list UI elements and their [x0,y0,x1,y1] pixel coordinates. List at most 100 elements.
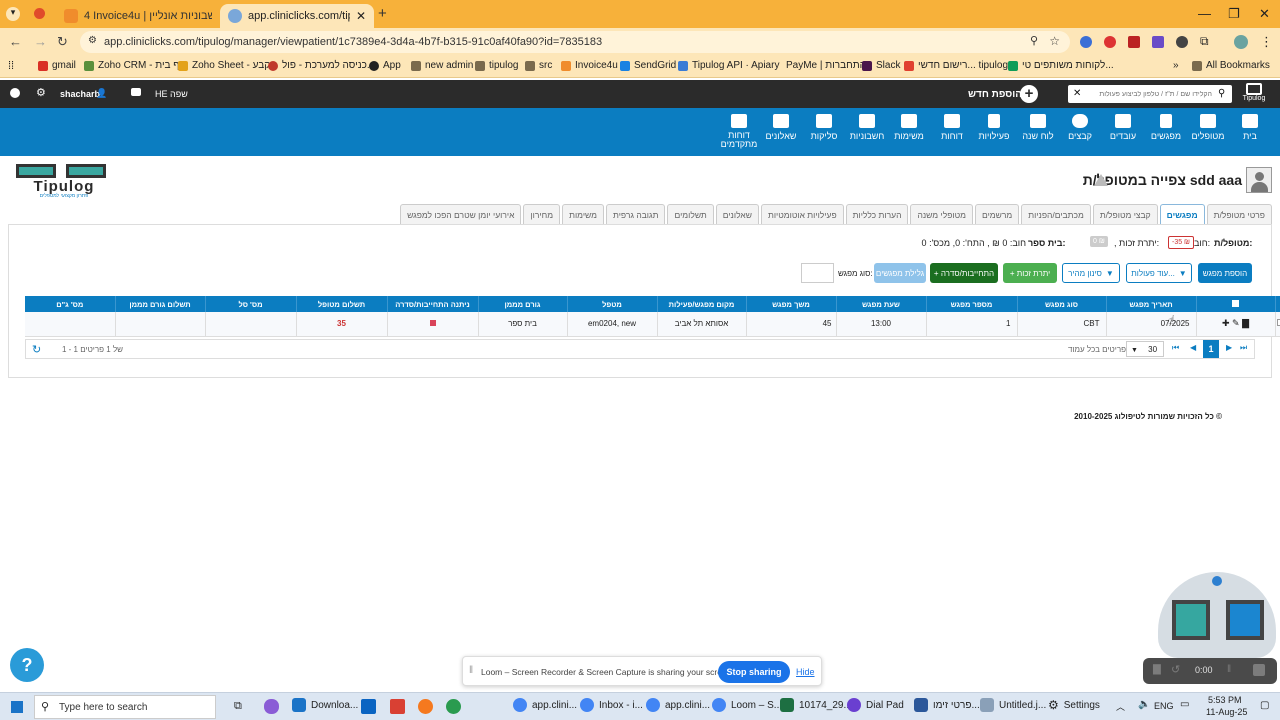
star-icon[interactable]: ☆ [1049,34,1060,48]
scroll-meetings-button[interactable]: גלילת מפגשים [874,263,926,283]
add-new-button[interactable]: + [1020,85,1038,103]
tab-letters[interactable]: מכתבים/הפניות [1021,204,1091,224]
bookmark-item[interactable]: gmail [38,60,76,71]
column-header[interactable]: תאריך מפגש [1106,296,1197,312]
restart-icon[interactable]: ↺ [1171,663,1180,676]
stop-icon[interactable] [1253,664,1265,676]
more-bookmarks-icon[interactable]: » [1173,60,1179,71]
nav-item-reports[interactable]: דוחות [930,114,974,141]
nav-item-invoices[interactable]: חשבוניות [845,114,889,141]
copilot-icon[interactable] [264,699,279,714]
column-header[interactable]: ניתנה התחייבות/סדרה [387,296,479,312]
bookmark-item[interactable]: Zoho Sheet - קבע [178,60,270,71]
nav-item-files[interactable]: קבצים [1058,114,1102,141]
nav-item-advanced-reports[interactable]: דוחות מתקדמים [717,114,761,149]
tab-questionnaires[interactable]: שאלונים [715,204,759,224]
taskbar-item-settings[interactable]: ⚙ Settings [1048,698,1100,712]
first-page-icon[interactable]: ⏮ [1172,343,1179,353]
add-meeting-button[interactable]: הוספת מפגש [1198,263,1252,283]
whatsapp-icon[interactable] [446,699,461,714]
tab-graphic-response[interactable]: תגובה גרפית [606,204,666,224]
firefox-icon[interactable] [418,699,433,714]
site-info-icon[interactable]: ⚙ [88,35,97,46]
edit-icon[interactable]: ✎ [1232,318,1240,328]
bookmark-item[interactable]: src [525,60,552,71]
taskbar-item-chrome-active[interactable]: app.clini... [646,698,710,712]
taskbar-item-paint[interactable]: Untitled.j... [980,698,1046,712]
bookmark-item[interactable]: PayMe | התחברות [786,60,866,71]
add-new-label[interactable]: הוספת חדש [968,89,1022,100]
tray-chevron-icon[interactable]: ︿ [1116,700,1125,713]
next-page-icon[interactable]: ▶ [1226,343,1232,352]
trash-icon[interactable]: ▇ [1242,318,1249,328]
pause-icon[interactable]: ‖ [1227,664,1231,675]
user-name[interactable]: shacharb [60,89,100,99]
taskbar-item-word[interactable]: פרטי זימו... [914,698,980,712]
patient-search[interactable]: ✕ ⚲ [1068,85,1232,103]
close-icon[interactable]: ✕ [356,9,366,23]
bookmark-item[interactable]: לקוחות משותפים טי... [1008,60,1114,71]
extension-icon[interactable] [1176,36,1188,48]
minimize-icon[interactable]: — [1198,6,1211,21]
per-page-select[interactable]: ▼ 30 [1126,341,1164,357]
column-header[interactable]: מס' ג"ם [25,296,116,312]
notification-icon[interactable]: ▢ [1260,700,1269,711]
column-header[interactable]: תשלום מטופל [296,296,388,312]
refresh-icon[interactable]: ↻ [32,343,41,356]
help-button[interactable]: ? [10,648,44,682]
network-icon[interactable]: ▭ [1180,699,1189,710]
bookmark-item[interactable]: App [369,60,401,71]
bookmark-item[interactable]: Tipulog API · Apiary [678,60,779,71]
gear-icon[interactable]: ⚙ [36,86,46,99]
back-icon[interactable]: ← [9,34,22,49]
trash-icon[interactable]: ▇ [1153,664,1161,675]
language-indicator[interactable]: ENG [1154,701,1174,711]
loom-camera-bubble[interactable] [1158,572,1276,658]
apps-icon[interactable]: ⁞⁞ [8,60,14,72]
tab-calendar-events[interactable]: אירועי יומן שטרם הפכו למפגש [400,204,522,224]
add-commitment-button[interactable]: + התחייבות/סדרה [930,263,998,283]
bookmark-item[interactable]: SendGrid [620,60,676,71]
nav-item-calendar[interactable]: לוח שנה [1016,114,1060,141]
nav-item-employees[interactable]: עובדים [1101,114,1145,141]
bookmark-item[interactable]: Slack [862,60,900,71]
column-header[interactable]: סוג מפגש [1017,296,1107,312]
extension-icon[interactable] [1128,36,1140,48]
hide-link[interactable]: Hide [796,667,815,677]
tab-tasks[interactable]: משימות [562,204,604,224]
prev-page-icon[interactable]: ◀ [1190,343,1196,352]
stop-sharing-button[interactable]: Stop sharing [718,661,790,683]
bookmark-item[interactable]: Zoho CRM - דף בית [84,60,185,71]
nav-item-home[interactable]: בית [1228,114,1272,141]
tab-prescriptions[interactable]: מרשמים [974,204,1020,224]
menu-icon[interactable]: ⋮ [1260,34,1273,50]
chat-icon[interactable] [131,88,141,96]
close-window-icon[interactable]: ✕ [1259,6,1270,22]
bookmark-item[interactable]: כניסה למערכת - פול... [268,60,375,71]
drag-handle-icon[interactable]: ‖ [469,665,473,676]
reload-icon[interactable]: ↻ [57,34,68,50]
column-header[interactable]: מקום מפגש/פעילות [657,296,747,312]
windows-start-icon[interactable] [11,701,23,713]
add-icon[interactable]: ✚ [1222,318,1230,328]
taskbar-item-excel[interactable]: 10174_29... [780,698,852,712]
tab-auto-activities[interactable]: פעילויות אוטומטיות [760,204,844,224]
nav-item-meetings[interactable]: מפגשים [1144,114,1188,141]
taskbar-item-chrome[interactable]: app.clini... [513,698,577,712]
column-header[interactable]: מטפל [567,296,658,312]
current-page[interactable]: 1 [1203,340,1219,358]
tab-meetings[interactable]: מפגשים [1159,204,1205,224]
outlook-icon[interactable] [361,699,376,714]
bookmark-item[interactable]: Invoice4u [561,60,618,71]
language-selector[interactable]: HE שפה [155,89,188,99]
zoom-icon[interactable]: ⚲ [1030,34,1038,47]
new-tab-button[interactable]: + [378,5,387,22]
browser-tab[interactable]: 4 Invoice4u | הפקת חשבוניות אונליין ✕ [56,4,212,28]
column-header[interactable]: גורם מממן [478,296,568,312]
taskbar-item-dialpad[interactable]: Dial Pad [847,698,904,712]
extension-icon[interactable] [1080,36,1092,48]
bookmark-item[interactable]: new admin [411,60,473,71]
nav-item-activities[interactable]: פעילויות [972,114,1016,141]
column-header[interactable]: מספר מפגש [926,296,1018,312]
nav-item-tasks[interactable]: משימות [887,114,931,141]
